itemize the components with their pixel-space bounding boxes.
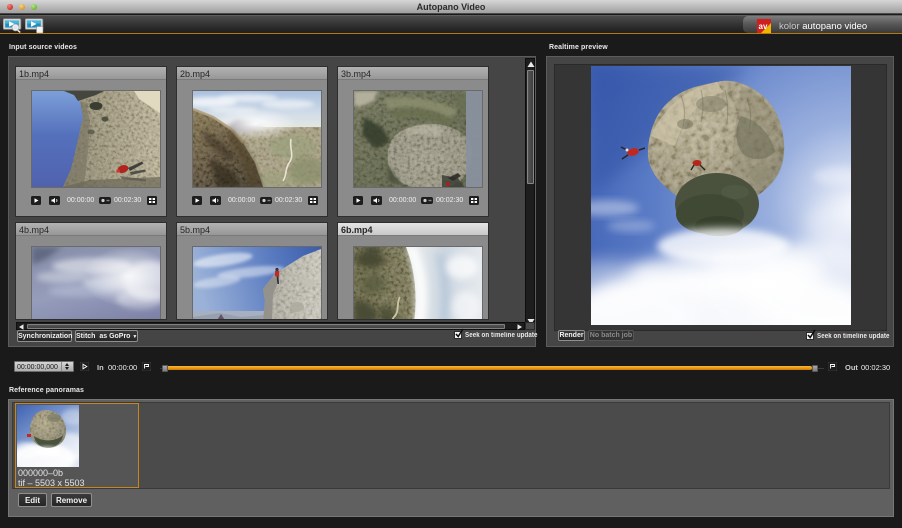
svg-text:av: av [759,22,768,31]
